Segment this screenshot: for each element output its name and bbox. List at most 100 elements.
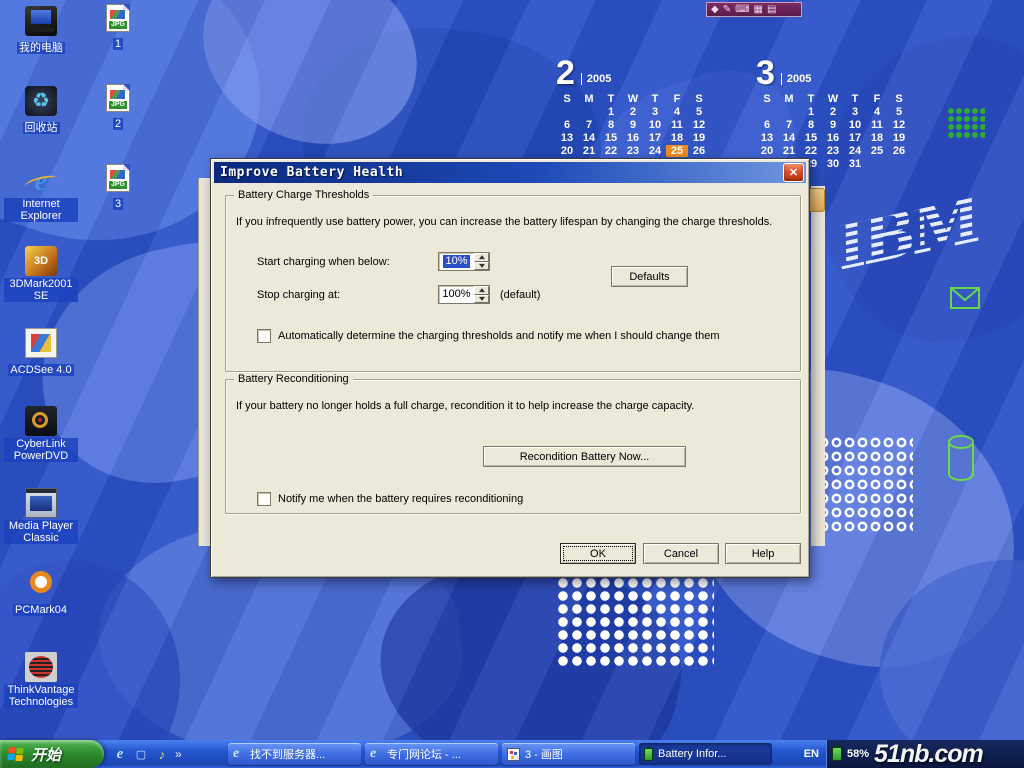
wallpaper-dot-grid-large [556,576,714,668]
background-window-right-edge [811,186,825,546]
spin-up-button[interactable] [474,286,489,295]
calendar-day: 13 [756,132,778,144]
spin-down-button[interactable] [474,295,489,304]
calendar-day: 17 [644,132,666,144]
desktop-icon-mpc[interactable]: Media Player Classic [4,488,78,546]
calendar-day [888,158,910,170]
calendar-day: 19 [888,132,910,144]
3dmark2001-icon [25,246,57,276]
taskbar-buttons: 找不到服务器... 专门网论坛 - ...3 - 画图Battery Infor.… [228,743,772,765]
calendar-day: 5 [688,106,710,118]
desktop-icon-3dmark2001[interactable]: 3DMark2001 SE [4,246,78,304]
taskbar-button-label: 找不到服务器... [250,746,325,762]
calendar-day: 13 [556,132,578,144]
taskbar-button[interactable]: 找不到服务器... [228,743,361,765]
calendar-day: 19 [688,132,710,144]
notify-reconditioning-checkbox-row[interactable]: Notify me when the battery requires reco… [257,492,523,506]
spin-down-button[interactable] [474,262,489,271]
calendar-day-header: W [622,93,644,105]
language-indicator[interactable]: EN [797,748,826,760]
notify-reconditioning-checkbox-label: Notify me when the battery requires reco… [278,493,523,505]
thinkvantage-icon [25,652,57,682]
calendar-day: 16 [622,132,644,144]
calendar-day: 21 [778,145,800,157]
start-button[interactable]: 开始 [0,740,104,768]
calendar-day-header: T [600,93,622,105]
keyboard-icon[interactable]: ⌨ [735,4,749,16]
calendar-day: 16 [822,132,844,144]
floating-toolbar[interactable]: ◆ ✎ ⌨ ▦ ▤ [706,2,802,17]
taskbar-button[interactable]: 3 - 画图 [502,743,635,765]
stop-charging-value[interactable]: 100% [440,288,472,301]
media-player-quicklaunch-icon[interactable]: ♪ [154,746,170,762]
calendar-day: 5 [888,106,910,118]
start-charging-value[interactable]: 10% [443,255,469,268]
jpg-file-icon[interactable]: 2 [96,84,140,132]
calendar-header: 22005 [556,54,710,88]
jpg-file-icon[interactable]: 3 [96,164,140,212]
calendar-day: 24 [644,145,666,157]
calendar-day: 10 [844,119,866,131]
show-desktop-quicklaunch-icon[interactable]: ▢ [133,746,149,762]
start-charging-spinner[interactable]: 10% [438,252,490,271]
grid-icon[interactable]: ▦ [754,4,763,16]
notify-reconditioning-checkbox[interactable] [257,492,271,506]
calendar-day-header: T [644,93,666,105]
calendar-year: 2005 [781,73,811,85]
spinner-value-area[interactable]: 100% [439,286,474,303]
reconditioning-description: If your battery no longer holds a full c… [236,400,794,412]
diamond-icon[interactable]: ◆ [711,4,719,16]
calendar-day [578,106,600,118]
dialog-title: Improve Battery Health [220,165,783,180]
quicklaunch-overflow-chevron[interactable]: » [175,747,182,761]
start-button-label: 开始 [31,744,61,765]
desktop-icon-thinkvantage[interactable]: ThinkVantage Technologies [4,652,78,710]
windows-logo-icon [7,747,26,762]
calendar-day: 1 [600,106,622,118]
desktop[interactable]: IBM 22005SMTWTFS123456789101112131415161… [0,0,1024,768]
desktop-icon-internet-explorer[interactable]: Internet Explorer [4,166,78,224]
notes-icon[interactable]: ▤ [767,4,776,16]
jpg-art [110,170,125,179]
taskbar-button[interactable]: Battery Infor... [639,743,772,765]
taskbar-button[interactable]: 专门网论坛 - ... [365,743,498,765]
calendar-day: 2 [622,106,644,118]
help-button[interactable]: Help [725,543,801,564]
pen-icon[interactable]: ✎ [723,4,731,16]
close-button[interactable]: ✕ [783,163,804,182]
desktop-icon-powerdvd[interactable]: CyberLink PowerDVD [4,406,78,464]
calendar-day: 4 [666,106,688,118]
desktop-icon-pcmark04[interactable]: PCMark04 [4,568,78,618]
spin-up-button[interactable] [474,253,489,262]
auto-determine-checkbox[interactable] [257,329,271,343]
defaults-button[interactable]: Defaults [611,266,688,287]
spinner-buttons [474,286,489,303]
jpg-file-icon[interactable]: 1 [96,4,140,52]
calendar-day: 4 [866,106,888,118]
battery-tray-icon[interactable] [832,747,842,761]
calendar-day: 11 [666,119,688,131]
dialog-titlebar[interactable]: Improve Battery Health ✕ [214,162,806,183]
calendar-day: 9 [622,119,644,131]
recondition-battery-button[interactable]: Recondition Battery Now... [483,446,686,467]
calendar-day [556,106,578,118]
battery-percent: 58% [847,748,869,760]
calendar-day: 6 [756,119,778,131]
battery-icon [644,748,653,761]
desktop-icon-recycle-bin[interactable]: 回收站 [4,86,78,136]
stop-charging-spinner[interactable]: 100% [438,285,490,304]
desktop-icon-my-computer[interactable]: 我的电脑 [4,6,78,56]
ie-quicklaunch-icon[interactable]: e [112,746,128,762]
auto-determine-checkbox-row[interactable]: Automatically determine the charging thr… [257,329,719,343]
calendar-month: 2 [556,58,575,88]
desktop-icon-acdsee[interactable]: ACDSee 4.0 [4,328,78,378]
calendar-day: 18 [866,132,888,144]
cancel-button[interactable]: Cancel [643,543,719,564]
tray-panel: 58% 51nb.com [826,740,1024,768]
ok-button[interactable]: OK [560,543,636,564]
calendar-day: 3 [844,106,866,118]
desktop-icon-label: ACDSee 4.0 [8,364,73,376]
calendar-day [756,106,778,118]
spinner-value-area[interactable]: 10% [439,253,474,270]
my-computer-icon [25,6,57,36]
